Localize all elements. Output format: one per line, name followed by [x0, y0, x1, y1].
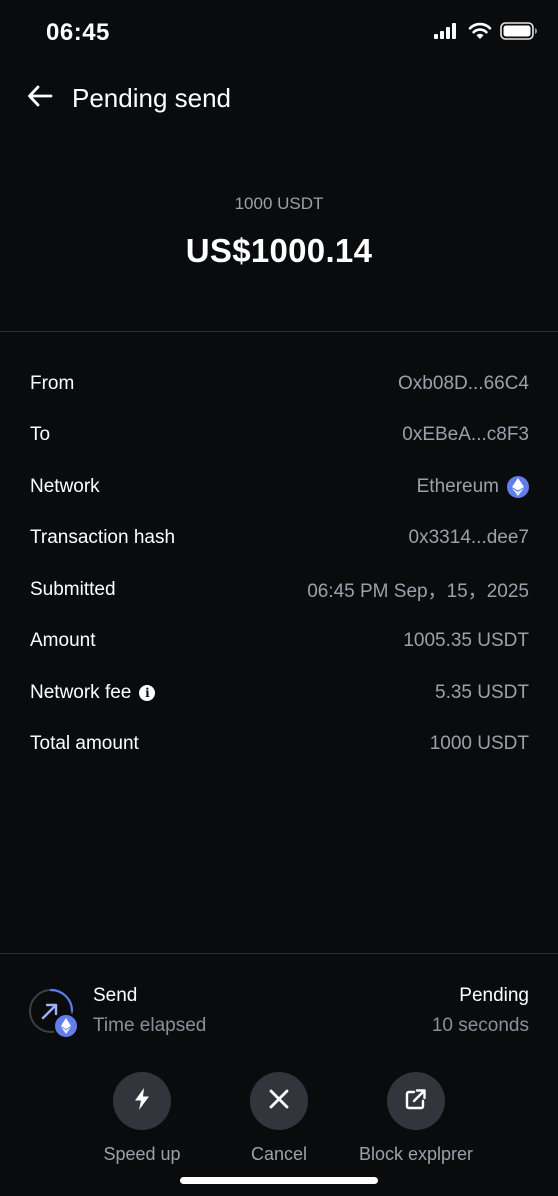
fee-label-group: Network fee i: [30, 681, 156, 704]
battery-icon: [500, 22, 538, 45]
submitted-label: Submitted: [30, 578, 116, 600]
network-name: Ethereum: [416, 475, 499, 497]
time-elapsed-label: Time elapsed: [93, 1015, 207, 1036]
network-label: Network: [30, 475, 100, 497]
from-address[interactable]: Oxb08D...66C4: [398, 373, 529, 395]
info-icon[interactable]: i: [139, 684, 156, 701]
arrow-left-icon: [27, 85, 53, 112]
detail-row-network: Network Ethereum: [30, 461, 529, 513]
action-bar: Speed up Cancel Block explprer: [0, 1072, 558, 1172]
total-label: Total amount: [30, 733, 139, 755]
transaction-type: Send: [93, 985, 138, 1006]
status-bar: 06:45: [0, 0, 558, 64]
ethereum-icon: [507, 475, 529, 498]
external-link-icon: [405, 1088, 427, 1115]
block-explorer-action: Block explprer: [341, 1072, 491, 1165]
back-button[interactable]: [26, 84, 54, 112]
to-label: To: [30, 424, 51, 446]
from-label: From: [30, 372, 75, 394]
detail-row-submitted: Submitted 06:45 PM Sep，15，2025: [30, 564, 529, 616]
to-address[interactable]: 0xEBeA...c8F3: [402, 424, 529, 446]
home-indicator[interactable]: [180, 1177, 378, 1184]
page-title: Pending send: [72, 83, 232, 113]
detail-row-to: To 0xEBeA...c8F3: [30, 410, 529, 462]
fee-value: 5.35 USDT: [435, 681, 529, 703]
token-amount: 1000 USDT: [234, 194, 324, 213]
divider: [0, 331, 558, 332]
status-badge: Pending: [459, 985, 529, 1006]
amount-summary: 1000 USDT US$1000.14: [0, 180, 558, 270]
close-icon: [269, 1089, 289, 1114]
send-icon: [28, 987, 79, 1039]
fiat-amount: US$1000.14: [185, 232, 373, 269]
speed-up-label: Speed up: [103, 1144, 181, 1164]
submitted-time: 06:45 PM Sep，15，2025: [307, 581, 529, 603]
lightning-icon: [134, 1087, 150, 1115]
divider: [0, 953, 558, 954]
signal-icon: [434, 23, 460, 44]
network-value: Ethereum: [416, 475, 529, 498]
status-time: 06:45: [46, 19, 110, 46]
block-explorer-label: Block explprer: [358, 1144, 474, 1164]
amount-value: 1005.35 USDT: [403, 630, 529, 652]
detail-row-fee: Network fee i 5.35 USDT: [30, 667, 529, 719]
detail-row-amount: Amount 1005.35 USDT: [30, 616, 529, 668]
cancel-button[interactable]: [250, 1072, 308, 1130]
transaction-info: Send Time elapsed: [93, 985, 206, 1037]
header: Pending send: [0, 70, 558, 130]
transaction-state: Pending 10 seconds: [432, 985, 529, 1037]
transaction-status: Send Time elapsed Pending 10 seconds: [28, 985, 529, 1045]
block-explorer-button[interactable]: [387, 1072, 445, 1130]
fee-label: Network fee: [30, 681, 132, 703]
cancel-label: Cancel: [250, 1144, 308, 1164]
amount-label: Amount: [30, 630, 96, 652]
speed-up-action: Speed up: [67, 1072, 217, 1165]
transaction-details: From Oxb08D...66C4 To 0xEBeA...c8F3 Netw…: [30, 358, 529, 770]
status-icons: [434, 22, 538, 45]
wifi-icon: [468, 22, 492, 45]
hash-label: Transaction hash: [30, 527, 176, 549]
elapsed-value: 10 seconds: [431, 1015, 529, 1036]
transaction-hash[interactable]: 0x3314...dee7: [409, 527, 529, 549]
detail-row-total: Total amount 1000 USDT: [30, 719, 529, 771]
detail-row-hash: Transaction hash 0x3314...dee7: [30, 513, 529, 565]
speed-up-button[interactable]: [113, 1072, 171, 1130]
detail-row-from: From Oxb08D...66C4: [30, 358, 529, 410]
cancel-action: Cancel: [204, 1072, 354, 1165]
total-value: 1000 USDT: [429, 733, 529, 755]
